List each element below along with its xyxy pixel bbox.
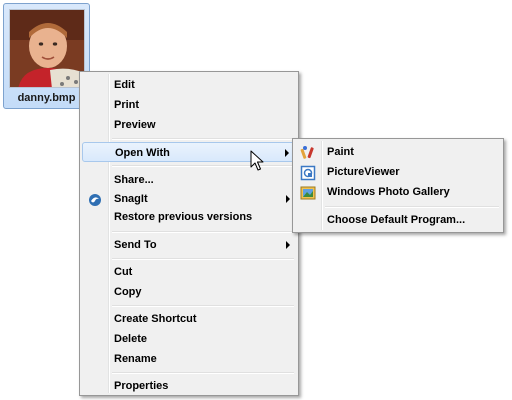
menu-item-preview[interactable]: Preview [82,115,296,135]
menu-separator [112,258,294,260]
menu-item-label: Cut [114,266,133,278]
photo-gallery-icon [300,185,316,201]
menu-item-label: Delete [114,333,148,345]
menu-item-label: Properties [114,380,169,392]
menu-item-create-shortcut[interactable]: Create Shortcut [82,309,296,329]
submenu-item-label: Choose Default Program... [327,214,466,226]
menu-item-cut[interactable]: Cut [82,262,296,282]
menu-item-share[interactable]: Share... [82,170,296,190]
submenu-separator [325,206,499,208]
menu-item-print[interactable]: Print [82,95,296,115]
submenu-item-paint[interactable]: Paint [295,142,501,162]
context-menu: Edit Print Preview Open With Share... Sn… [79,71,299,396]
photo-thumbnail-icon [9,9,85,88]
submenu-item-label: Paint [327,146,354,158]
menu-item-edit[interactable]: Edit [82,75,296,95]
menu-item-copy[interactable]: Copy [82,282,296,302]
menu-item-label: Create Shortcut [114,313,197,325]
submenu-item-label: PictureViewer [327,166,400,178]
open-with-submenu: Paint PictureViewer Windows Photo Galler… [292,138,504,233]
snagit-icon [87,192,103,208]
menu-item-label: Preview [114,119,156,131]
submenu-item-windows-photo-gallery[interactable]: Windows Photo Gallery [295,182,501,202]
menu-item-delete[interactable]: Delete [82,329,296,349]
submenu-item-label: Windows Photo Gallery [327,186,450,198]
submenu-arrow-icon [285,149,289,157]
mouse-pointer-icon [250,150,264,172]
menu-separator [112,372,294,374]
menu-item-label: Share... [114,174,154,186]
submenu-item-pictureviewer[interactable]: PictureViewer [295,162,501,182]
menu-item-label: SnagIt [114,193,148,205]
menu-item-label: Rename [114,353,157,365]
file-icon-danny-bmp[interactable]: danny.bmp [3,3,90,109]
menu-item-label: Open With [115,147,170,159]
menu-item-properties[interactable]: Properties [82,376,296,396]
pictureviewer-icon [300,165,316,181]
menu-item-snagit[interactable]: SnagIt [82,189,296,209]
file-name-label: danny.bmp [17,92,76,104]
paint-icon [300,145,316,161]
menu-item-rename[interactable]: Rename [82,349,296,369]
menu-item-label: Edit [114,79,135,91]
menu-item-label: Print [114,99,140,111]
submenu-arrow-icon [286,241,290,249]
submenu-arrow-icon [286,195,290,203]
menu-separator [112,231,294,233]
menu-item-label: Send To [114,239,157,251]
menu-separator [112,138,294,140]
menu-separator [112,305,294,307]
menu-item-send-to[interactable]: Send To [82,235,296,255]
menu-item-restore-previous-versions[interactable]: Restore previous versions [82,207,296,227]
submenu-item-choose-default-program[interactable]: Choose Default Program... [295,210,501,230]
menu-separator [112,165,294,167]
menu-item-label: Copy [114,286,142,298]
menu-item-label: Restore previous versions [114,211,253,223]
